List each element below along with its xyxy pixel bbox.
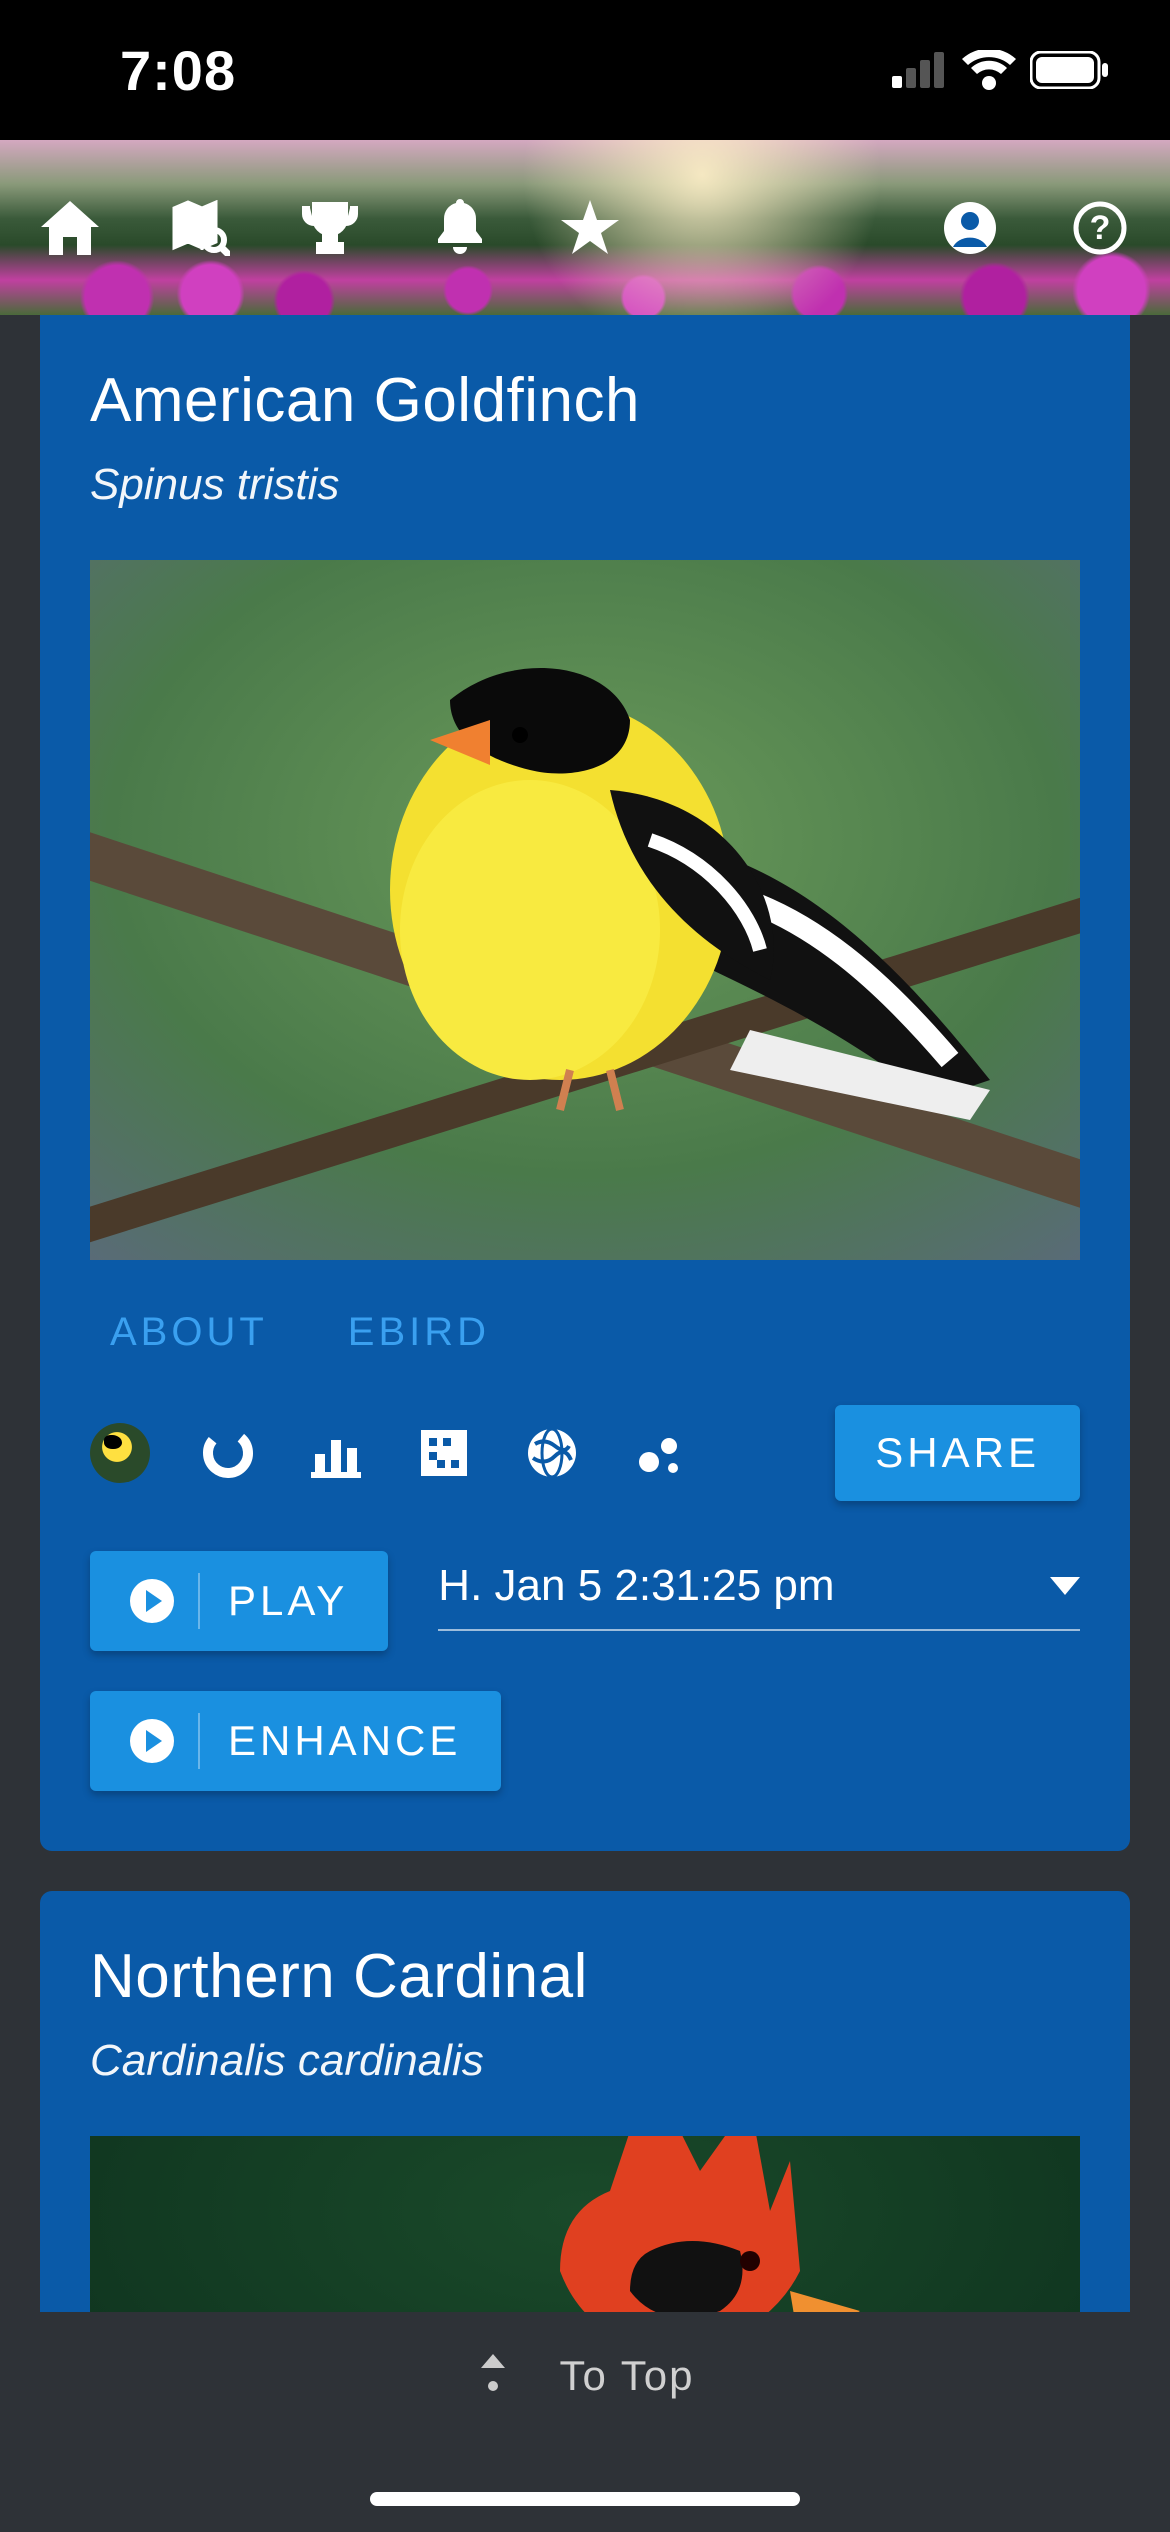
tab-ebird[interactable]: EBIRD bbox=[348, 1310, 490, 1355]
trophy-icon[interactable] bbox=[300, 198, 360, 258]
sort-icon bbox=[476, 2354, 510, 2398]
to-top-label: To Top bbox=[560, 2352, 695, 2400]
species-photo[interactable] bbox=[90, 560, 1080, 1260]
species-common-name: Northern Cardinal bbox=[90, 1941, 1080, 2012]
play-icon bbox=[130, 1579, 174, 1623]
bell-icon[interactable] bbox=[430, 198, 490, 258]
species-card: American Goldfinch Spinus tristis bbox=[40, 315, 1130, 1851]
tool-icon-row: SHARE bbox=[90, 1405, 1080, 1501]
footer: To Top bbox=[0, 2312, 1170, 2532]
home-indicator[interactable] bbox=[370, 2492, 800, 2506]
cellular-icon bbox=[892, 52, 948, 88]
nav-header: ? bbox=[0, 140, 1170, 315]
play-button-label: PLAY bbox=[228, 1577, 348, 1625]
scatter-icon[interactable] bbox=[630, 1423, 690, 1483]
bar-chart-icon[interactable] bbox=[306, 1423, 366, 1483]
species-scientific-name: Spinus tristis bbox=[90, 460, 1080, 510]
share-button-label: SHARE bbox=[875, 1429, 1040, 1477]
play-button[interactable]: PLAY bbox=[90, 1551, 388, 1651]
enhance-button[interactable]: ENHANCE bbox=[90, 1691, 501, 1791]
ring-chart-icon[interactable] bbox=[198, 1423, 258, 1483]
play-icon bbox=[130, 1719, 174, 1763]
grid-icon[interactable] bbox=[414, 1423, 474, 1483]
dropdown-caret-icon bbox=[1050, 1577, 1080, 1595]
map-search-icon[interactable] bbox=[170, 198, 230, 258]
wifi-icon bbox=[962, 50, 1016, 90]
battery-icon bbox=[1030, 51, 1110, 89]
content-area[interactable]: American Goldfinch Spinus tristis bbox=[0, 315, 1170, 2532]
species-thumb[interactable] bbox=[90, 1423, 150, 1483]
status-time: 7:08 bbox=[120, 38, 236, 103]
species-scientific-name: Cardinalis cardinalis bbox=[90, 2036, 1080, 2086]
home-icon[interactable] bbox=[40, 198, 100, 258]
status-indicators bbox=[892, 50, 1110, 90]
tab-about[interactable]: ABOUT bbox=[110, 1310, 268, 1355]
help-icon[interactable]: ? bbox=[1070, 198, 1130, 258]
status-bar: 7:08 bbox=[0, 0, 1170, 140]
recording-dropdown[interactable]: H. Jan 5 2:31:25 pm bbox=[438, 1561, 1080, 1631]
share-button[interactable]: SHARE bbox=[835, 1405, 1080, 1501]
account-icon[interactable] bbox=[940, 198, 1000, 258]
star-icon[interactable] bbox=[560, 198, 620, 258]
recording-selected: H. Jan 5 2:31:25 pm bbox=[438, 1561, 834, 1611]
svg-text:?: ? bbox=[1090, 209, 1111, 247]
enhance-button-label: ENHANCE bbox=[228, 1717, 461, 1765]
species-common-name: American Goldfinch bbox=[90, 365, 1080, 436]
to-top-button[interactable]: To Top bbox=[476, 2352, 695, 2400]
globe-icon[interactable] bbox=[522, 1423, 582, 1483]
card-tabs: ABOUT EBIRD bbox=[90, 1310, 1080, 1355]
